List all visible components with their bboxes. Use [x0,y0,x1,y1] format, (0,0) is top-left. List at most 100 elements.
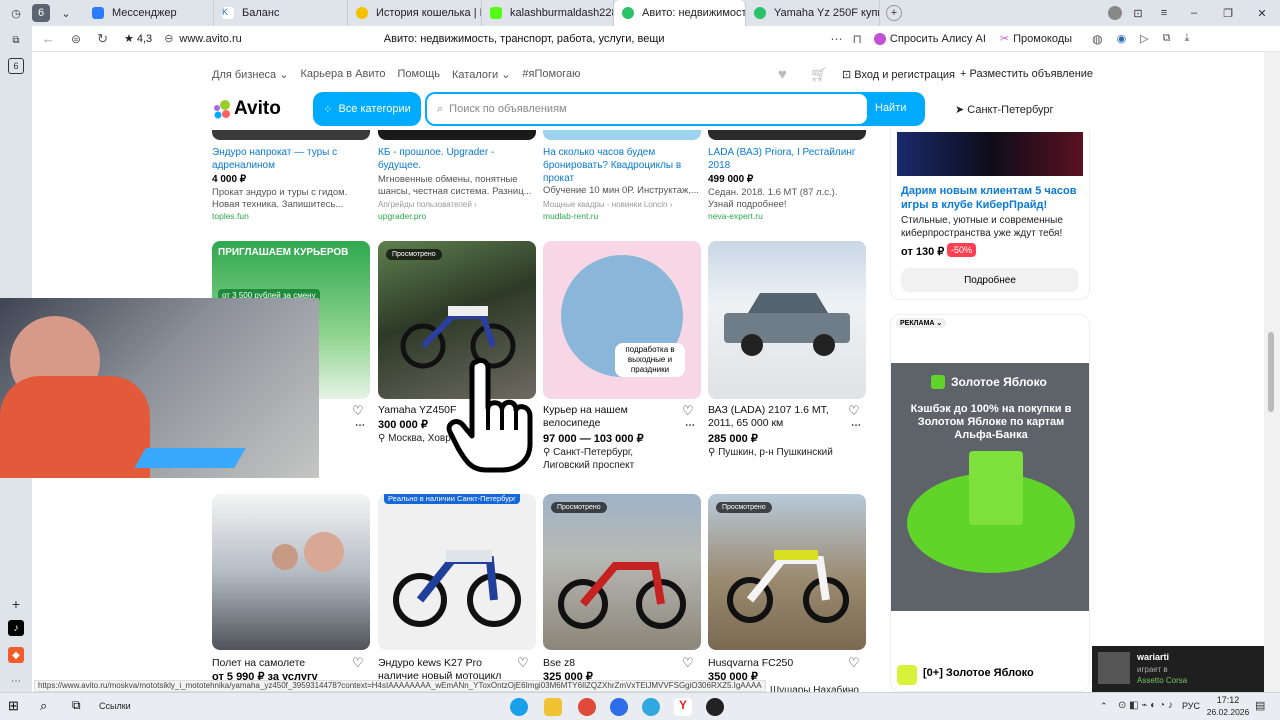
tray-icons[interactable]: ⊙ ◧ ⌁ ◐ ◔ ♪ [1118,700,1173,711]
tab-count-badge[interactable]: 6 [32,4,50,22]
shield-icon[interactable]: ⊜ [71,32,81,46]
ad-site[interactable]: neva-expert.ru [708,211,763,221]
ad-title[interactable]: LADA (ВАЗ) Priora, I Рестайлинг 2018 [708,146,863,172]
promo-title[interactable]: Дарим новым клиентам 5 часов игры в клуб… [901,184,1081,212]
chevron-down-icon[interactable]: ⌄ [56,3,76,23]
tab-messenger[interactable]: Мессенджер [84,0,214,26]
link-help[interactable]: Помощь [398,68,441,81]
globe-icon[interactable]: ◍ [1092,32,1102,46]
taskbar-search-label[interactable]: Ссылки [99,701,131,711]
favorite-icon[interactable]: ♡ [848,403,860,419]
item-title[interactable]: Bse z8 [543,657,673,670]
item-title[interactable]: Husqvarna FC250 [708,657,838,670]
site-rating[interactable]: ★ 4,3 [124,32,152,45]
item-image[interactable] [212,494,370,650]
search-button[interactable]: Найти [875,102,906,114]
avatar[interactable] [1108,6,1122,20]
lock-icon[interactable]: ⊖ [164,32,173,45]
task-view-icon[interactable]: ⧉ [72,698,90,716]
add-icon[interactable]: + [8,596,24,612]
app-icon[interactable]: ◆ [8,647,24,663]
city-selector[interactable]: ➤ Санкт-Петербург [955,103,1054,116]
reload-icon[interactable]: ↻ [97,31,108,47]
app-icon[interactable] [610,698,628,716]
collections-icon[interactable]: ⧉ [8,32,24,48]
notifications-icon[interactable]: ▤ [1255,699,1265,712]
media-icon[interactable]: ▷ [1140,32,1148,45]
tab-stream[interactable]: kalashburmaldash228 Str [482,0,614,26]
telegram-icon[interactable] [642,698,660,716]
promo-more-button[interactable]: Подробнее [901,268,1079,292]
post-ad-link[interactable]: + Разместить объявление [960,68,1093,80]
ad-site[interactable]: toples.fun [212,211,249,221]
ad-creative[interactable]: Золотое Яблоко Кэшбэк до 100% на покупки… [891,363,1089,611]
ad-image[interactable] [378,130,536,140]
tab-wallet-history[interactable]: История кошелька | Drag [348,0,482,26]
clock-time[interactable]: 17:12 [1206,695,1250,705]
menu-icon[interactable]: ≡ [1154,3,1174,23]
favorite-icon[interactable]: ♡ [848,655,860,671]
item-image[interactable]: Просмотрено [543,494,701,650]
item-image[interactable]: Реально в наличии Санкт-Петербург [378,494,536,650]
collections-icon[interactable]: ⧉ [1163,32,1171,45]
yandex-browser-icon[interactable]: Y [674,698,692,716]
back-icon[interactable]: ← [42,31,55,46]
tray-chevron-icon[interactable]: ⌃ [1100,701,1108,712]
history-icon[interactable]: ◷ [6,3,26,23]
ad-source[interactable]: Мощные квадры - новинки Loncin › [543,200,672,209]
link-help-tag[interactable]: #яПомогаю [522,68,580,81]
item-title[interactable]: Эндуро kews K27 Pro [378,657,508,670]
tab-yamaha[interactable]: Yamaha Yz 250F купить в [746,0,880,26]
new-tab-icon[interactable]: + [886,5,902,21]
ad-image[interactable] [543,130,701,140]
clock-date[interactable]: 26.02.2026 [1200,707,1256,717]
ad-image[interactable] [708,130,866,140]
scrollbar[interactable] [1264,52,1280,692]
item-title[interactable]: Полет на самолете [212,657,342,670]
search-input[interactable]: ⌕ Поиск по объявлениям [427,94,867,124]
link-career[interactable]: Карьера в Авито [300,68,385,81]
avito-logo[interactable]: Avito [234,98,281,120]
windows-start-icon[interactable]: ⊞ [8,698,26,716]
language-indicator[interactable]: РУС [1182,701,1200,711]
ad-title[interactable]: На сколько часов будем бронировать? Квад… [543,146,701,185]
favorite-icon[interactable]: ♡ [352,403,364,419]
explorer-icon[interactable] [544,698,562,716]
tiktok-icon[interactable]: ♪ [8,620,24,636]
favorite-icon[interactable]: ♡ [682,655,694,671]
scrollbar-thumb[interactable] [1268,332,1274,412]
extension-icon[interactable]: ◉ [1117,32,1127,45]
item-image[interactable]: Просмотрено [708,494,866,650]
favorite-icon[interactable]: ♡ [682,403,694,419]
ad-site[interactable]: mudlab-rent.ru [543,211,598,221]
download-icon[interactable]: ⤓ [1185,32,1190,45]
steam-icon[interactable] [706,698,724,716]
url-text[interactable]: www.avito.ru [179,33,241,45]
tab-avito[interactable]: Авито: недвижимость✕ [614,0,746,26]
more-icon[interactable]: ⋯ [355,420,365,431]
ad-title[interactable]: КБ - прошлое. Upgrader - будущее. [378,146,528,172]
ad-source[interactable]: Апгрейды пользователей › [378,200,477,209]
promo-image[interactable] [897,132,1083,176]
promo-button[interactable]: Промокоды [1013,33,1072,45]
ad-label[interactable]: РЕКЛАМА ⌄ [896,318,947,328]
more-icon[interactable]: ⋯ [8,673,24,689]
item-title[interactable]: ВАЗ (LADA) 2107 1.6 MT, 2011, 65 000 км [708,404,838,430]
item-image[interactable] [708,241,866,399]
more-icon[interactable]: ⋯ [851,420,861,431]
ad-image[interactable] [212,130,370,140]
ad-site[interactable]: upgrader.pro [378,211,426,221]
ad-bottom-title[interactable]: [0+] Золотое Яблоко [923,667,1034,679]
more-icon[interactable]: ⋯ [831,32,843,46]
link-catalogs[interactable]: Каталоги ⌄ [452,68,510,81]
close-window-icon[interactable]: ✕ [1252,3,1272,23]
favorite-icon[interactable]: ♡ [352,655,364,671]
stream-notification[interactable]: wariarti играет в Assetto Corsa [1092,646,1264,692]
login-link[interactable]: ⊡ Вход и регистрация [842,68,955,81]
bookmark-icon[interactable]: ⊓ [853,32,862,46]
item-title[interactable]: Курьер на нашем велосипеде [543,404,673,430]
more-icon[interactable]: ⋯ [685,420,695,431]
chrome-icon[interactable] [578,698,596,716]
favorites-icon[interactable]: ♥ [778,66,787,83]
alice-button[interactable]: Спросить Алису AI [890,33,986,45]
